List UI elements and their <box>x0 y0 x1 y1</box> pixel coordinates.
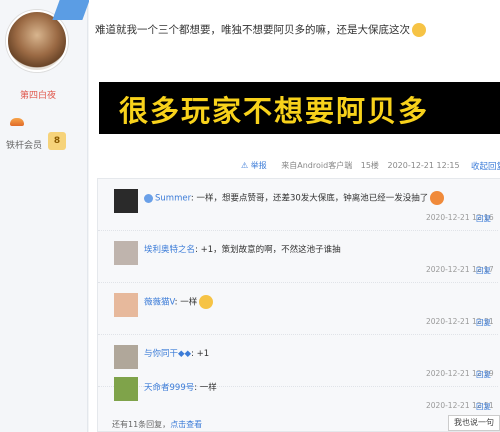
post-text-body: 难道就我一个三个都想要，唯独不想要阿贝多的嘛，还是大保底这次 <box>95 24 410 36</box>
reply-avatar[interactable] <box>114 377 138 401</box>
collapse-replies-link[interactable]: 收起回复 <box>471 160 500 172</box>
image-caption: 很多玩家不想要阿贝多 <box>119 94 430 128</box>
post-content: 难道就我一个三个都想要，唯独不想要阿贝多的嘛，还是大保底这次 很多玩家不想要阿贝… <box>89 0 500 432</box>
write-reply-button[interactable]: 我也说一句 <box>448 415 500 431</box>
reply-list: Summer: 一样，想要点赞哥，还差30发大保底，钟离池已经一发没抽了 202… <box>97 178 500 432</box>
post-time: 2020-12-21 12:15 <box>387 161 460 170</box>
reply-text: : 一样 <box>174 297 198 308</box>
emoji-icon <box>430 191 445 205</box>
reply-line: Summer: 一样，想要点赞哥，还差30发大保底，钟离池已经一发没抽了 <box>144 191 445 205</box>
emoji-icon <box>199 295 214 309</box>
member-level-badge[interactable]: 8 <box>48 132 66 150</box>
reply-avatar[interactable] <box>114 189 138 213</box>
emoji-icon <box>412 23 426 37</box>
reply-line: 薇薇猫V: 一样 <box>144 295 214 309</box>
reply-item: 埃利奥特之名: +1，策划故意的啊，不然这池子谁抽 2020-12-21 12:… <box>98 231 498 283</box>
reply-line: 天命者999号: 一样 <box>144 381 217 393</box>
username[interactable]: 第四白夜 <box>20 88 56 101</box>
reply-avatar[interactable] <box>114 345 138 369</box>
post-image: 很多玩家不想要阿贝多 <box>99 82 500 134</box>
reply-text: : +1，策划故意的啊，不然这池子谁抽 <box>195 245 341 255</box>
reply-text: : +1 <box>191 349 210 359</box>
reply-button[interactable]: 回复 <box>476 213 491 224</box>
reply-username[interactable]: Summer <box>155 194 191 204</box>
reply-button[interactable]: 回复 <box>476 265 491 276</box>
reply-username[interactable]: 天命者999号 <box>144 383 194 393</box>
corner-badge <box>52 0 90 20</box>
fan-badge-icon <box>10 118 24 126</box>
reply-avatar[interactable] <box>114 241 138 265</box>
post-text: 难道就我一个三个都想要，唯独不想要阿贝多的嘛，还是大保底这次 <box>95 22 426 37</box>
more-replies-text: 还有11条回复， <box>112 420 171 429</box>
floor-label: 15楼 <box>360 161 379 170</box>
reply-line: 与你同干◆◆: +1 <box>144 347 209 359</box>
reply-button[interactable]: 回复 <box>476 317 491 328</box>
report-label: 举报 <box>250 161 267 170</box>
reply-username[interactable]: 与你同干◆◆ <box>144 349 191 359</box>
user-card: 第四白夜 铁杆会员 8 <box>0 0 90 432</box>
report-link[interactable]: ⚠ 举报 <box>241 161 273 170</box>
reply-username[interactable]: 薇薇猫V <box>144 298 175 308</box>
user-icon <box>144 193 153 203</box>
reply-username[interactable]: 埃利奥特之名 <box>144 245 195 255</box>
member-label: 铁杆会员 <box>6 141 43 151</box>
reply-line: 埃利奥特之名: +1，策划故意的啊，不然这池子谁抽 <box>144 243 341 255</box>
reply-text: : 一样 <box>194 383 217 393</box>
reply-item: 天命者999号: 一样 2020-12-21 12:51 回复 <box>98 377 498 413</box>
post-meta: ⚠ 举报 来自Android客户端 15楼 2020-12-21 12:15 <box>241 160 466 171</box>
view-more-link[interactable]: 点击查看 <box>170 420 202 429</box>
reply-button[interactable]: 回复 <box>476 401 491 412</box>
reply-item: 薇薇猫V: 一样 2020-12-21 12:31 回复 <box>98 283 498 335</box>
reply-text: : 一样，想要点赞哥，还差30发大保底，钟离池已经一发没抽了 <box>190 193 429 204</box>
more-replies: 还有11条回复，点击查看 <box>112 419 202 430</box>
reply-avatar[interactable] <box>114 293 138 317</box>
reply-item: Summer: 一样，想要点赞哥，还差30发大保底，钟离池已经一发没抽了 202… <box>98 179 498 231</box>
client-label: 来自Android客户端 <box>281 161 353 170</box>
